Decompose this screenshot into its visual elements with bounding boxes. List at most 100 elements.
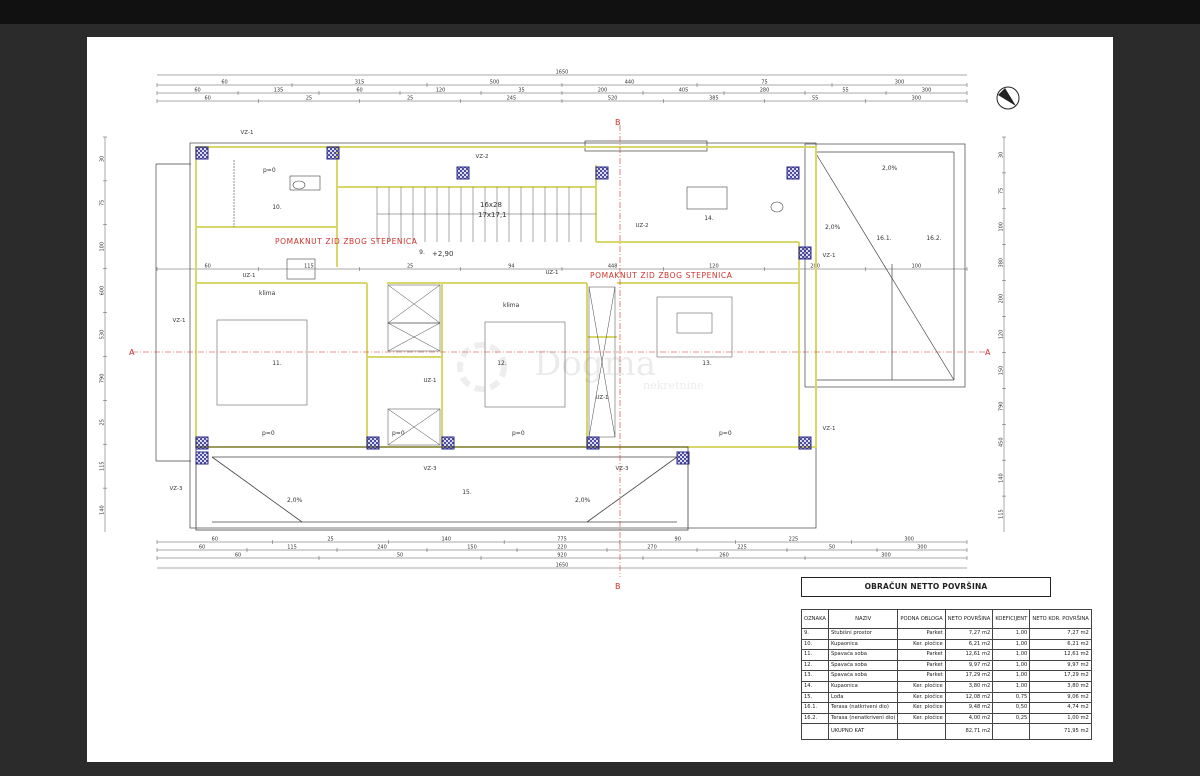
dim-dims_bottom_3-2: 920: [557, 553, 567, 559]
room-number-0: 9.: [419, 249, 425, 256]
room-number-8: 16.2.: [926, 235, 941, 242]
table-cell: Kupaonica: [827, 638, 899, 651]
table-row: 9. Stubišni prostor Parket 7,27 m2 1,00 7,27 …: [801, 628, 1092, 640]
dim-dims_side_right-8: 450: [999, 437, 1005, 447]
table-cell: 12.: [801, 659, 829, 672]
section-b-top: B: [615, 118, 621, 127]
table-cell: 1,00 m2: [1029, 712, 1092, 725]
table-cell: 3,80 m2: [1029, 680, 1092, 693]
klima-label-2: klima: [503, 302, 520, 309]
table-cell: 12,08 m2: [944, 691, 994, 704]
dim-dims_side_left-6: 25: [100, 419, 106, 425]
table-cell: Terasa (natkriveni dio): [827, 702, 899, 714]
slope-terrace-2: 2,0%: [825, 224, 841, 231]
slope-terrace-1: 2,0%: [882, 165, 898, 172]
slope-loggia-2: 2,0%: [575, 497, 591, 504]
dim-dims_side_left-2: 100: [100, 242, 106, 252]
dim-dims_mid-7: 100: [912, 264, 922, 270]
dim-dims_bottom_1-1: 25: [327, 537, 333, 543]
dim-dims_side_left-3: 600: [100, 286, 106, 296]
table-cell: 12,61 m2: [944, 649, 994, 661]
dim-dims_top_3-7: 300: [912, 96, 922, 102]
window-label-3: UZ-1: [242, 273, 255, 279]
table-cell: 0,25: [992, 712, 1031, 725]
dim-dims_top_2-3: 120: [436, 88, 446, 94]
total-cell: [897, 723, 946, 741]
area-legend: OBRAČUN NETTO POVRŠINA OZNAKA NAZIV PODNA …: [801, 577, 1092, 741]
dim-dims_mid-4: 448: [608, 264, 618, 270]
dim-dims_top_3-0: 60: [204, 96, 210, 102]
table-cell: 9,48 m2: [944, 702, 994, 714]
section-b-bottom: B: [615, 582, 621, 591]
table-cell: Ker. pločice: [897, 638, 946, 651]
window-label-10: VZ-3: [616, 466, 629, 472]
dim-dims_mid-3: 94: [508, 264, 514, 270]
section-a-right: A: [985, 348, 991, 357]
dim-dims_bottom_3-1: 50: [397, 553, 403, 559]
dim-dims_top_2-4: 35: [518, 88, 524, 94]
table-row: 14. Kupaonica Ker. pločice 3,80 m2 1,00 3,80 …: [801, 680, 1092, 693]
dim-dims_bottom_2-7: 50: [829, 545, 835, 551]
dim-dims_top_2-7: 280: [760, 88, 770, 94]
p0-label-2: p=0: [262, 430, 275, 437]
floor-plan-sheet: 1650 60 315 500 440 75 300 60 135 60 120 35 200 405 28…: [87, 37, 1113, 762]
dim-dims_bottom_2-6: 225: [737, 545, 747, 551]
table-cell: 14.: [801, 680, 829, 693]
table-cell: 1,00: [992, 638, 1031, 651]
stair-steps: 17x17,1: [478, 211, 507, 219]
table-row: 16.1. Terasa (natkriveni dio) Ker. pločice…: [801, 702, 1092, 714]
table-cell: Parket: [897, 649, 946, 661]
table-cell: 9,97 m2: [1029, 659, 1092, 672]
table-cell: Lođa: [827, 691, 899, 704]
dim-dims_bottom_1-3: 775: [557, 537, 567, 543]
legend-header-1: NAZIV: [827, 609, 899, 629]
table-row: 16.2. Terasa (nenatkriveni dio) Ker. ploči…: [801, 712, 1092, 725]
table-row: 11. Spavaća soba Parket 12,61 m2 1,00 12,61 m…: [801, 649, 1092, 661]
p0-label-5: p=0: [719, 430, 732, 437]
table-cell: 16.1.: [801, 702, 829, 714]
table-cell: 6,21 m2: [1029, 638, 1092, 651]
dim-dims_side_left-0: 30: [100, 156, 106, 162]
table-cell: 1,00: [992, 649, 1031, 661]
total-cell: 71,95 m2: [1029, 723, 1092, 741]
dim-dims_bottom_1-6: 300: [904, 537, 914, 543]
window-label-2: UZ-2: [635, 223, 648, 229]
dim-dims_side_left-1: 75: [100, 200, 106, 206]
window-label-5: VZ-1: [173, 318, 186, 324]
dim-dims_side_right-0: 30: [999, 152, 1005, 158]
p0-label-3: p=0: [392, 430, 405, 437]
table-cell: 9,97 m2: [944, 659, 994, 672]
table-cell: 0,50: [992, 702, 1031, 714]
table-cell: Kupaonica: [827, 680, 899, 693]
table-cell: 17,29 m2: [944, 670, 994, 682]
legend-header-5: NETO KOR. POVRŠINA: [1029, 609, 1092, 629]
table-cell: Stubišni prostor: [827, 628, 899, 640]
table-cell: 13.: [801, 670, 829, 682]
table-row: 15. Lođa Ker. pločice 12,08 m2 0,75 9,06 m2: [801, 691, 1092, 704]
table-total-row: UKUPNO KAT 82,71 m2 71,95 m2: [801, 723, 1092, 741]
table-cell: 0,75: [992, 691, 1031, 704]
legend-title: OBRAČUN NETTO POVRŠINA: [801, 577, 1051, 597]
window-label-0: VZ-1: [241, 130, 254, 136]
table-cell: Spavaća soba: [827, 670, 899, 682]
dim-dims_side_right-3: 380: [999, 258, 1005, 268]
table-cell: Parket: [897, 670, 946, 682]
dim-dims_bottom_2-1: 115: [287, 545, 297, 551]
legend-header-2: PODNA OBLOGA: [897, 609, 946, 629]
table-cell: Spavaća soba: [827, 649, 899, 661]
dim-dims_side_right-4: 200: [999, 294, 1005, 304]
total-cell: [992, 723, 1031, 741]
klima-label-1: klima: [259, 290, 276, 297]
dim-dims_side_left-7: 115: [100, 461, 106, 471]
watermark-sub: nekretnine: [643, 379, 704, 392]
table-cell: Parket: [897, 659, 946, 672]
table-cell: 7,27 m2: [1029, 628, 1092, 640]
viewer-top-bar: [0, 0, 1200, 24]
dim-dims_side_right-1: 75: [999, 188, 1005, 194]
dim-dims_top_3-5: 385: [709, 96, 719, 102]
room-number-1: 10.: [272, 204, 282, 211]
dim-dims_top_3-4: 520: [608, 96, 618, 102]
p0-label-4: p=0: [512, 430, 525, 437]
table-cell: 1,00: [992, 659, 1031, 672]
dim-dims_top_3-2: 25: [407, 96, 413, 102]
